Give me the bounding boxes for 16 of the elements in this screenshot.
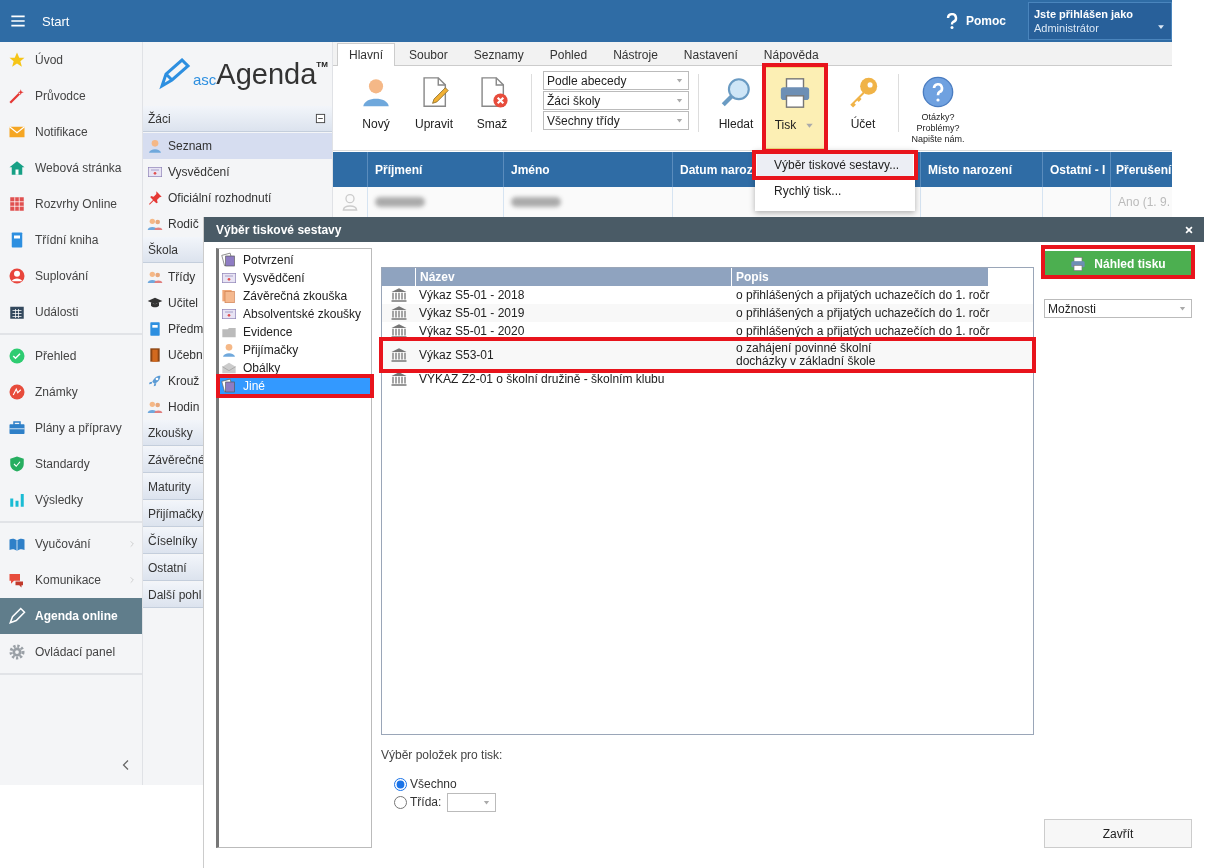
section-label: Výběr položek pro tisk:	[381, 748, 504, 762]
user-name: Administrátor	[1034, 22, 1100, 34]
table-cell: o zahájení povinné školní docházky v základní škole	[736, 340, 876, 370]
table-cell: o přihlášených a přijatých uchazečích do 1. ročr	[736, 322, 990, 340]
table-cell: Výkaz S5-01 - 2018	[419, 288, 525, 302]
table-cell: Ano (1. 9.	[1118, 195, 1171, 209]
table-cell: Výkaz S53-01	[419, 348, 494, 362]
radio-label: Všechno	[410, 777, 457, 791]
user-caption: Jste přihlášen jako	[1034, 8, 1135, 20]
dialog-title: Výběr tiskové sestavy	[216, 222, 343, 237]
radio-label: Třída:	[410, 795, 442, 809]
table-cell: Výkaz S5-01 - 2020	[419, 324, 525, 338]
table-cell: o přihlášených a přijatých uchazečích do 1. ročr	[736, 286, 990, 304]
table-cell: o přihlášených a přijatých uchazečích do 1. ročr	[736, 304, 990, 322]
table-cell: Výkaz S5-01 - 2019	[419, 306, 525, 320]
table-cell: VÝKAZ Z2-01 o školní družině - školním klubu	[419, 372, 665, 386]
